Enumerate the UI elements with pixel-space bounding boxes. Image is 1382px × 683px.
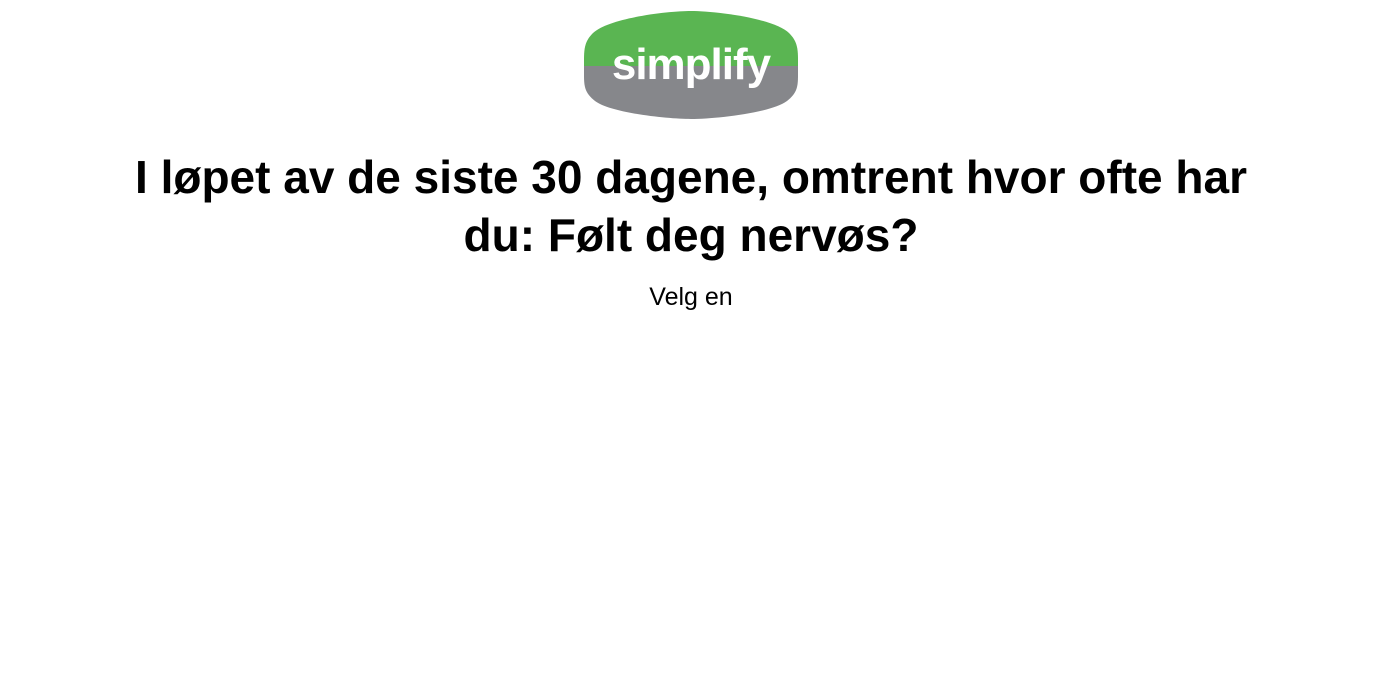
logo-wordmark: simplify bbox=[612, 40, 772, 89]
question-text: I løpet av de siste 30 dagene, omtrent h… bbox=[135, 151, 1247, 261]
survey-page: simplify I løpet av de siste 30 dagene, … bbox=[0, 0, 1382, 683]
instruction-text: Velg en bbox=[649, 283, 733, 311]
simplify-logo: simplify bbox=[583, 10, 799, 120]
simplify-logo-badge: simplify bbox=[584, 11, 798, 119]
